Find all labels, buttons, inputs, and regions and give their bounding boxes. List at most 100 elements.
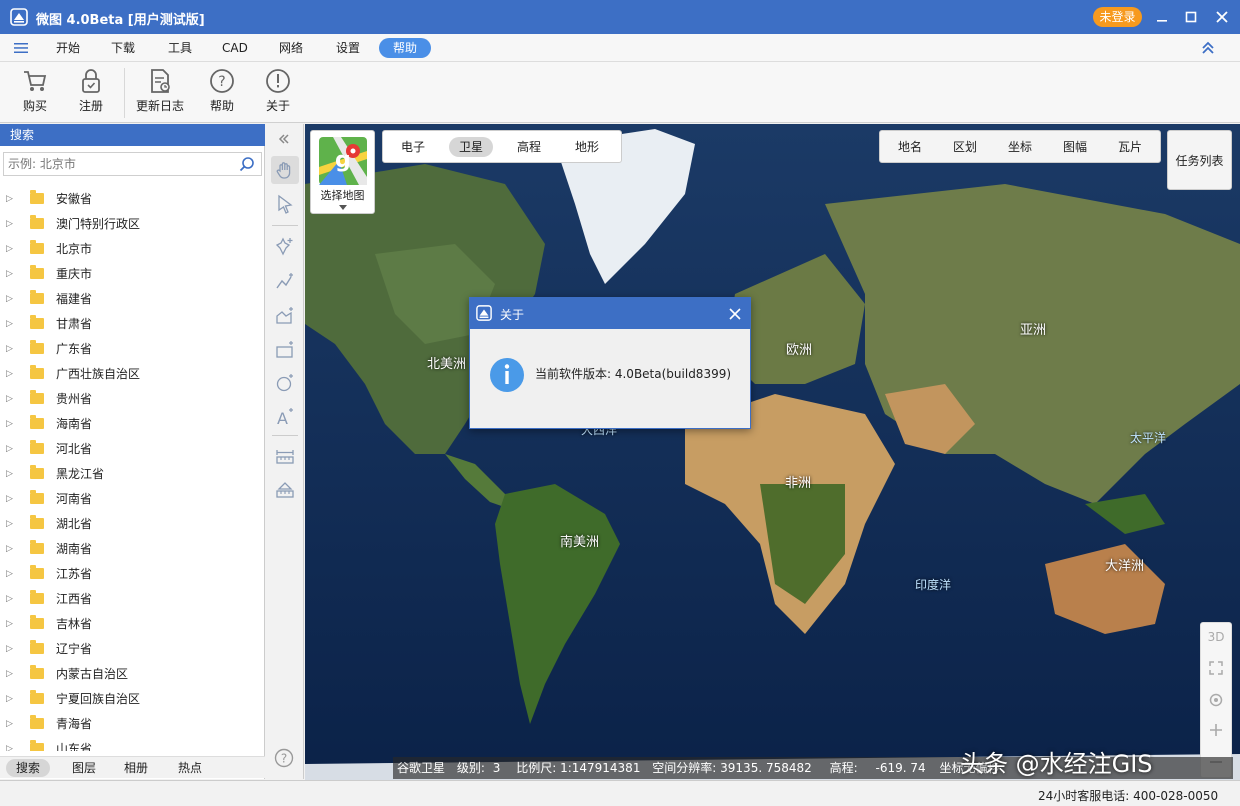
tree-node[interactable]: ▷ 湖南省 (0, 536, 262, 561)
select-map-button[interactable]: g 选择地图 (310, 130, 375, 214)
polygon-tool[interactable] (271, 302, 299, 330)
maximize-icon[interactable] (1181, 7, 1201, 27)
tree-node[interactable]: ▷ 广东省 (0, 336, 262, 361)
close-icon[interactable] (1212, 7, 1232, 27)
map-type-electronic[interactable]: 电子 (391, 137, 435, 157)
map-type-elevation[interactable]: 高程 (507, 137, 551, 157)
zoom-in-icon[interactable] (1209, 723, 1223, 737)
expand-arrow-icon[interactable]: ▷ (6, 519, 16, 529)
line-tool[interactable] (271, 268, 299, 296)
menu-network[interactable]: 网络 (269, 38, 313, 58)
tree-node[interactable]: ▷ 山东省 (0, 736, 262, 751)
hamburger-menu-icon[interactable] (14, 41, 28, 55)
tab-search[interactable]: 搜索 (6, 759, 51, 777)
tree-node[interactable]: ▷ 青海省 (0, 711, 262, 736)
tab-album[interactable]: 相册 (114, 759, 158, 777)
tree-node[interactable]: ▷ 江苏省 (0, 561, 262, 586)
map-type-satellite[interactable]: 卫星 (449, 137, 494, 157)
expand-arrow-icon[interactable]: ▷ (6, 719, 16, 729)
expand-arrow-icon[interactable]: ▷ (6, 644, 16, 654)
tree-node[interactable]: ▷ 重庆市 (0, 261, 262, 286)
expand-arrow-icon[interactable]: ▷ (6, 394, 16, 404)
overlay-sheets[interactable]: 图幅 (1053, 137, 1097, 157)
rectangle-tool[interactable] (271, 336, 299, 364)
login-badge[interactable]: 未登录 (1093, 7, 1142, 27)
tab-hotspots[interactable]: 热点 (168, 759, 212, 777)
overlay-tiles[interactable]: 瓦片 (1108, 137, 1152, 157)
collapse-ribbon-icon[interactable] (1201, 41, 1215, 55)
tree-node[interactable]: ▷ 吉林省 (0, 611, 262, 636)
tab-layers[interactable]: 图层 (62, 759, 106, 777)
tree-node[interactable]: ▷ 海南省 (0, 411, 262, 436)
tree-node[interactable]: ▷ 甘肃省 (0, 311, 262, 336)
tree-node[interactable]: ▷ 河南省 (0, 486, 262, 511)
register-button[interactable]: 注册 (66, 68, 116, 120)
expand-arrow-icon[interactable]: ▷ (6, 269, 16, 279)
tree-node[interactable]: ▷ 安徽省 (0, 186, 262, 211)
tree-node[interactable]: ▷ 贵州省 (0, 386, 262, 411)
expand-arrow-icon[interactable]: ▷ (6, 344, 16, 354)
tree-node[interactable]: ▷ 江西省 (0, 586, 262, 611)
tree-node[interactable]: ▷ 湖北省 (0, 511, 262, 536)
expand-arrow-icon[interactable]: ▷ (6, 669, 16, 679)
map-view[interactable]: 电子 卫星 高程 地形 g 选择地图 地名 区划 坐标 图幅 瓦片 任务列表 北… (305, 124, 1240, 780)
changelog-button[interactable]: 更新日志 (133, 68, 187, 120)
minimize-icon[interactable] (1152, 7, 1172, 27)
overlay-place-names[interactable]: 地名 (888, 137, 932, 157)
expand-arrow-icon[interactable]: ▷ (6, 694, 16, 704)
menu-start[interactable]: 开始 (46, 38, 90, 58)
tree-node[interactable]: ▷ 澳门特别行政区 (0, 211, 262, 236)
expand-arrow-icon[interactable]: ▷ (6, 569, 16, 579)
expand-arrow-icon[interactable]: ▷ (6, 219, 16, 229)
dialog-close-icon[interactable] (729, 308, 741, 320)
tree-node[interactable]: ▷ 内蒙古自治区 (0, 661, 262, 686)
help-circle-icon[interactable]: ? (274, 748, 294, 768)
expand-arrow-icon[interactable]: ▷ (6, 494, 16, 504)
tree-node[interactable]: ▷ 黑龙江省 (0, 461, 262, 486)
menu-help[interactable]: 帮助 (379, 38, 432, 58)
expand-arrow-icon[interactable]: ▷ (6, 619, 16, 629)
help-button[interactable]: ? 帮助 (197, 68, 247, 120)
expand-arrow-icon[interactable]: ▷ (6, 244, 16, 254)
fullscreen-icon[interactable] (1209, 661, 1223, 675)
expand-arrow-icon[interactable]: ▷ (6, 594, 16, 604)
measure-area-tool[interactable] (271, 476, 299, 504)
expand-arrow-icon[interactable]: ▷ (6, 319, 16, 329)
pan-tool[interactable] (271, 156, 299, 184)
expand-arrow-icon[interactable]: ▷ (6, 369, 16, 379)
expand-arrow-icon[interactable]: ▷ (6, 744, 16, 752)
menu-tools[interactable]: 工具 (158, 38, 202, 58)
search-input[interactable] (4, 153, 229, 175)
tree-node[interactable]: ▷ 福建省 (0, 286, 262, 311)
collapse-panel-icon[interactable] (278, 133, 290, 145)
measure-distance-tool[interactable] (271, 442, 299, 470)
expand-arrow-icon[interactable]: ▷ (6, 194, 16, 204)
point-tool[interactable] (271, 232, 299, 260)
expand-arrow-icon[interactable]: ▷ (6, 294, 16, 304)
3d-toggle[interactable]: 3D (1201, 630, 1231, 644)
tree-node[interactable]: ▷ 广西壮族自治区 (0, 361, 262, 386)
tree-node[interactable]: ▷ 北京市 (0, 236, 262, 261)
menu-download[interactable]: 下载 (101, 38, 145, 58)
tree-node[interactable]: ▷ 宁夏回族自治区 (0, 686, 262, 711)
menu-cad[interactable]: CAD (212, 38, 258, 58)
select-tool[interactable] (271, 190, 299, 218)
overlay-divisions[interactable]: 区划 (943, 137, 987, 157)
circle-tool[interactable] (271, 369, 299, 397)
menu-settings[interactable]: 设置 (326, 38, 370, 58)
expand-arrow-icon[interactable]: ▷ (6, 419, 16, 429)
text-tool[interactable]: A (271, 403, 299, 431)
search-icon[interactable] (239, 156, 255, 172)
task-list-button[interactable]: 任务列表 (1167, 130, 1232, 190)
expand-arrow-icon[interactable]: ▷ (6, 469, 16, 479)
tree-node[interactable]: ▷ 河北省 (0, 436, 262, 461)
google-maps-icon: g (318, 137, 367, 185)
buy-button[interactable]: 购买 (10, 68, 60, 120)
expand-arrow-icon[interactable]: ▷ (6, 544, 16, 554)
about-button[interactable]: 关于 (253, 68, 303, 120)
map-type-terrain[interactable]: 地形 (565, 137, 609, 157)
tree-node[interactable]: ▷ 辽宁省 (0, 636, 262, 661)
expand-arrow-icon[interactable]: ▷ (6, 444, 16, 454)
overlay-coordinates[interactable]: 坐标 (998, 137, 1042, 157)
locate-icon[interactable] (1209, 693, 1223, 707)
